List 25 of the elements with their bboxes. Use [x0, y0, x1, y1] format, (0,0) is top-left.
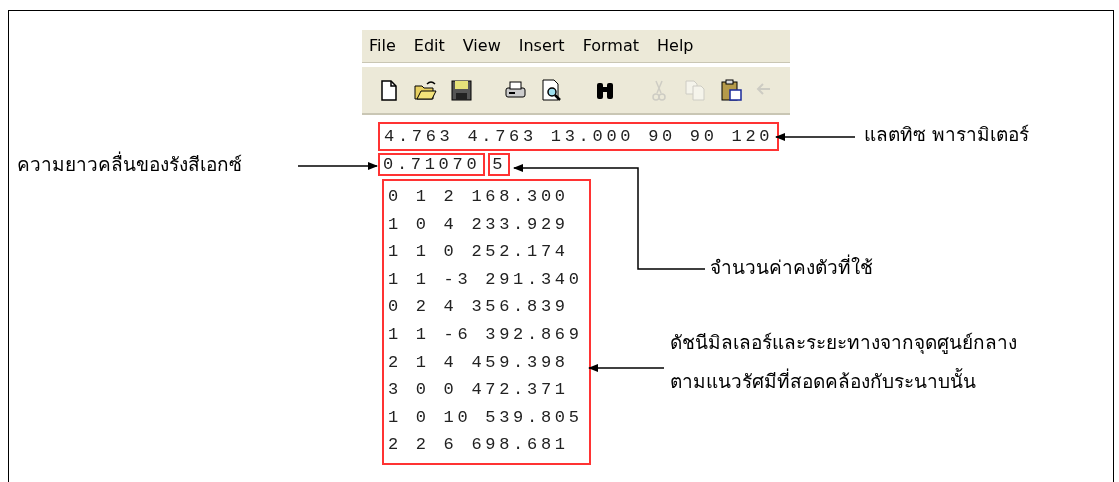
menu-item[interactable]: Insert: [518, 34, 565, 58]
annotation-label: แลตทิซ พารามิเตอร์: [864, 122, 1030, 147]
reflection-line: 2 2 6 698.681: [388, 434, 570, 457]
reflection-line: 0 1 2 168.300: [388, 186, 570, 208]
reflection-line: 1 1 -3 291.340: [388, 268, 583, 291]
clipboard-icon[interactable]: [718, 77, 744, 103]
wavelength-value: 0.71070: [378, 153, 486, 176]
reflection-line: 1 0 4 233.929: [388, 213, 570, 236]
annotation-label: ความยาวคลื่นของรังสีเอกซ์: [17, 150, 242, 177]
reflection-line: 1 1 -6 392.869: [388, 323, 583, 346]
menu-item[interactable]: Edit: [413, 34, 445, 58]
annotation-label: จำนวนค่าคงตัวที่ใช้: [710, 253, 873, 280]
annotation-label: ตามแนวรัศมีที่สอดคล้องกับระนาบนั้น: [670, 367, 977, 394]
reflection-line: 1 1 0 252.174: [388, 241, 570, 264]
reflection-line: 1 0 10 539.805: [388, 406, 583, 429]
menu-item[interactable]: Format: [582, 34, 639, 58]
reflection-line: 0 2 4 356.839: [388, 296, 570, 319]
menu-item[interactable]: File: [369, 34, 396, 58]
count-value: 5: [488, 153, 511, 176]
floppy-disk-icon[interactable]: [448, 77, 474, 103]
menu-item[interactable]: Help: [657, 34, 694, 58]
reflection-line: 3 0 0 472.371: [388, 379, 570, 402]
annotation-label: ดัชนีมิลเลอร์และระยะทางจากจุดศูนย์กลาง: [670, 330, 1017, 356]
reflection-line: 2 1 4 459.398: [388, 351, 570, 374]
menu-item[interactable]: View: [462, 34, 501, 58]
